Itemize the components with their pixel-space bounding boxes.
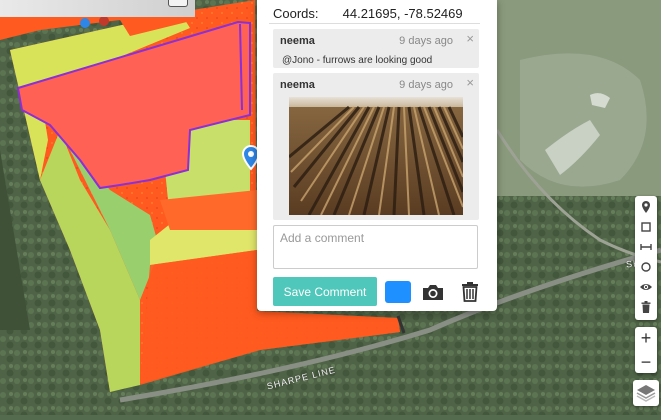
color-swatch-button[interactable] xyxy=(385,281,411,303)
zoom-control: + − xyxy=(635,327,657,373)
trash-icon xyxy=(641,301,651,313)
drawing-toolbar xyxy=(635,196,657,320)
zoom-out-button[interactable]: − xyxy=(635,351,657,373)
comment-time: 9 days ago xyxy=(399,35,453,47)
comment-popup: Coords: 44.21695, -78.52469 neema 9 days… xyxy=(257,0,497,311)
coords-row: Coords: 44.21695, -78.52469 xyxy=(273,6,463,21)
tool-marker[interactable] xyxy=(635,197,657,217)
tool-square[interactable] xyxy=(635,217,657,237)
zoom-in-button[interactable]: + xyxy=(635,327,657,349)
tool-circle[interactable] xyxy=(635,257,657,277)
layers-icon xyxy=(636,385,656,402)
close-icon[interactable]: × xyxy=(466,31,474,46)
coords-value: 44.21695, -78.52469 xyxy=(342,6,463,21)
field-furrows-photo[interactable] xyxy=(289,97,463,215)
comment-author: neema xyxy=(280,35,315,47)
marker-icon xyxy=(642,201,650,213)
divider xyxy=(269,23,480,24)
tool-measure[interactable] xyxy=(635,237,657,257)
circle-icon xyxy=(641,262,651,272)
comment-time: 9 days ago xyxy=(399,79,453,91)
expand-handle[interactable] xyxy=(168,0,188,7)
comment-card-photo: neema 9 days ago × xyxy=(273,73,479,220)
trash-icon[interactable] xyxy=(457,279,483,305)
comment-card: neema 9 days ago × @Jono - furrows are l… xyxy=(273,29,479,68)
coords-label: Coords: xyxy=(273,6,319,21)
square-icon xyxy=(641,222,651,232)
tool-delete[interactable] xyxy=(635,297,657,317)
comment-text: @Jono - furrows are looking good xyxy=(282,55,433,66)
eye-icon xyxy=(640,284,652,290)
add-comment-input[interactable] xyxy=(273,225,478,269)
comment-author: neema xyxy=(280,79,315,91)
camera-icon[interactable] xyxy=(420,279,446,305)
tool-visibility[interactable] xyxy=(635,277,657,297)
save-comment-button[interactable]: Save Comment xyxy=(273,277,377,306)
map-search-strip[interactable] xyxy=(0,0,195,17)
layers-button[interactable] xyxy=(633,380,659,406)
close-icon[interactable]: × xyxy=(466,75,474,90)
measure-icon xyxy=(640,244,652,250)
